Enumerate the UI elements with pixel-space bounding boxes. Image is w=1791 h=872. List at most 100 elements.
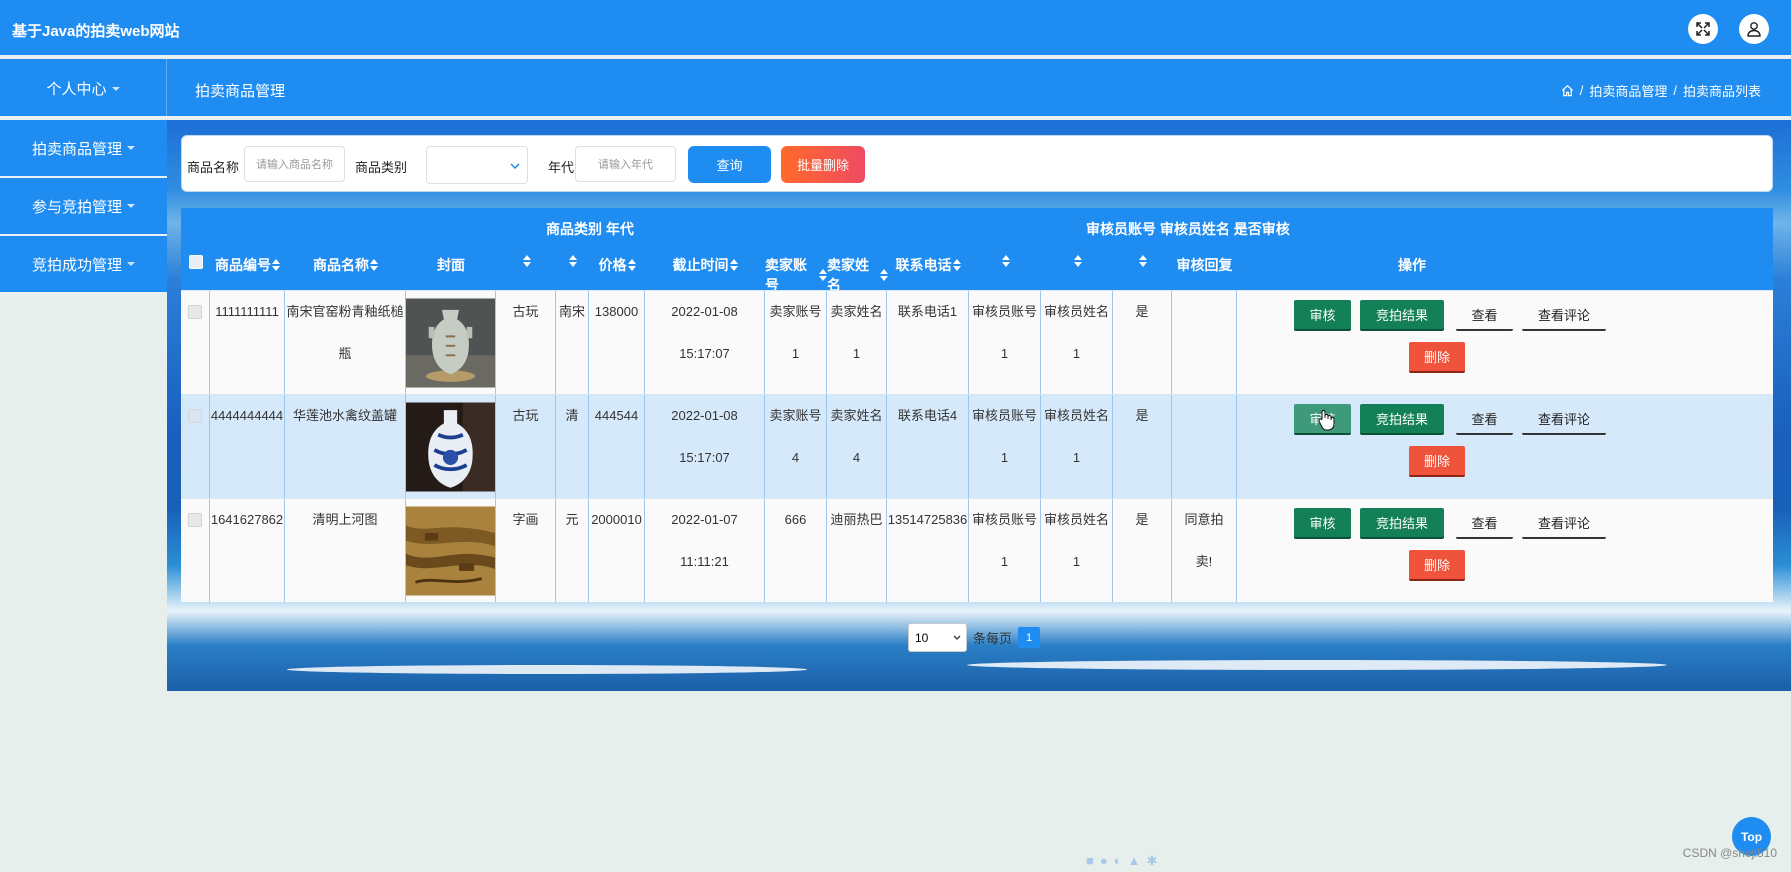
cover-image-vase-celadon[interactable]: [406, 296, 495, 390]
cell-seller-name-l2: 1: [852, 346, 861, 361]
bid-result-button[interactable]: 竞拍结果: [1360, 508, 1444, 539]
chevron-down-icon: [953, 635, 961, 640]
bid-result-button[interactable]: 竞拍结果: [1360, 300, 1444, 331]
delete-button[interactable]: 删除: [1409, 550, 1465, 581]
col-audited[interactable]: [1113, 255, 1172, 267]
col-phone-label: 联系电话: [895, 257, 952, 273]
cell-name-line1: 华莲池水禽纹盖罐: [292, 408, 397, 423]
cell-seller-name: 卖家姓名 4: [827, 395, 887, 498]
cell-year-text: 南宋: [558, 304, 585, 319]
cell-name: 清明上河图: [285, 499, 406, 602]
select-all-checkbox[interactable]: [189, 255, 203, 269]
audit-button[interactable]: 审核: [1294, 300, 1351, 331]
view-comments-button[interactable]: 查看评论: [1522, 508, 1606, 539]
fullscreen-button[interactable]: [1688, 14, 1718, 44]
page-size-value: 10: [915, 630, 929, 645]
checkbox[interactable]: [188, 409, 202, 423]
view-button[interactable]: 查看: [1456, 300, 1513, 331]
view-comments-button[interactable]: 查看评论: [1522, 300, 1606, 331]
sort-icon[interactable]: [1001, 255, 1010, 267]
page-size-select[interactable]: 10: [908, 623, 967, 652]
col-seller-name[interactable]: 卖家姓名: [827, 255, 889, 295]
delete-button[interactable]: 删除: [1409, 446, 1465, 477]
col-seller-account[interactable]: 卖家账号: [765, 255, 827, 295]
ime-icon: ◐: [1113, 853, 1122, 868]
sort-icon[interactable]: [729, 259, 738, 271]
name-label: 商品名称: [187, 160, 240, 175]
col-price[interactable]: 价格: [589, 255, 645, 275]
query-button[interactable]: 查询: [688, 146, 771, 183]
sort-icon[interactable]: [272, 259, 280, 271]
row-checkbox-cell[interactable]: [181, 291, 210, 394]
view-button[interactable]: 查看: [1456, 508, 1513, 539]
sidebar-item-bidding[interactable]: 参与竞拍管理: [0, 178, 167, 236]
main-content: 商品名称 请输入商品名称 商品类别 年代 请输入年代 查询 批量删除 商品类别 …: [167, 120, 1791, 691]
view-comments-button[interactable]: 查看评论: [1522, 404, 1606, 435]
cell-name-line2: 瓶: [338, 346, 352, 361]
watermark: CSDN @sheji510: [1682, 846, 1777, 860]
category-label: 商品类别: [355, 160, 408, 175]
cell-phone: 联系电话1: [887, 291, 969, 394]
chevron-down-icon: [111, 86, 120, 91]
breadcrumb-item[interactable]: 拍卖商品管理: [1589, 81, 1667, 100]
user-button[interactable]: [1739, 14, 1769, 44]
cover-image-painting[interactable]: [406, 504, 495, 598]
sidebar: 拍卖商品管理 参与竞拍管理 竞拍成功管理: [0, 120, 167, 294]
name-search-input[interactable]: 请输入商品名称: [244, 146, 345, 182]
checkbox[interactable]: [189, 255, 203, 269]
cell-seller-account-l1: 666: [784, 512, 807, 527]
sort-icon[interactable]: [370, 259, 378, 271]
col-id[interactable]: 商品编号: [210, 255, 285, 275]
sidebar-item-label: 竞拍成功管理: [31, 256, 122, 274]
view-button[interactable]: 查看: [1456, 404, 1513, 435]
cell-category-text: 古玩: [512, 304, 539, 319]
group-header-auditor: 审核员账号 审核员姓名 是否审核: [1086, 221, 1290, 237]
col-name[interactable]: 商品名称: [285, 255, 406, 275]
cover-image-vase-blue-white[interactable]: [406, 400, 495, 494]
home-icon[interactable]: [1561, 84, 1574, 97]
sort-icon[interactable]: [819, 269, 827, 281]
checkbox[interactable]: [188, 513, 202, 527]
col-cover-label: 封面: [437, 257, 465, 273]
top-bar: 基于Java的拍卖web网站: [0, 0, 1791, 57]
col-seller-name-label: 卖家姓名: [827, 257, 869, 293]
cell-id-text: 1641627862: [210, 512, 284, 527]
sort-icon[interactable]: [1073, 255, 1082, 267]
row-checkbox-cell[interactable]: [181, 395, 210, 498]
bid-result-button[interactable]: 竞拍结果: [1360, 404, 1444, 435]
cell-id: 1641627862: [210, 499, 285, 602]
row-checkbox-cell[interactable]: [181, 499, 210, 602]
batch-delete-button[interactable]: 批量删除: [781, 146, 865, 183]
sort-icon[interactable]: [879, 269, 889, 281]
category-select[interactable]: [426, 146, 528, 184]
delete-button[interactable]: 删除: [1409, 342, 1465, 373]
cell-category: 字画: [496, 499, 556, 602]
checkbox[interactable]: [188, 305, 202, 319]
cell-phone-text: 联系电话1: [897, 304, 958, 319]
cell-seller-account-l2: 1: [791, 346, 800, 361]
sort-icon[interactable]: [522, 255, 531, 267]
ime-toolbar: ■ ● ◐ ▲ ✱: [1086, 853, 1157, 869]
col-year[interactable]: [556, 255, 589, 267]
personal-center-menu[interactable]: 个人中心: [0, 59, 167, 118]
col-deadline[interactable]: 截止时间: [645, 255, 765, 275]
chevron-down-icon: [127, 262, 135, 266]
col-phone[interactable]: 联系电话: [887, 255, 969, 275]
col-category[interactable]: [496, 255, 556, 267]
cell-seller-account: 666: [765, 499, 827, 602]
cell-auditor-account-l1: 审核员账号: [971, 512, 1037, 527]
sort-icon[interactable]: [1139, 255, 1147, 267]
sort-icon[interactable]: [627, 259, 636, 271]
cell-year-text: 清: [565, 408, 579, 423]
sidebar-item-auction-goods[interactable]: 拍卖商品管理: [0, 120, 167, 178]
cell-date: 2022-01-07: [671, 512, 738, 527]
year-search-input[interactable]: 请输入年代: [575, 146, 676, 182]
sort-icon[interactable]: [952, 259, 961, 271]
sort-icon[interactable]: [569, 255, 577, 267]
page-number-current[interactable]: 1: [1018, 627, 1041, 648]
sidebar-item-bid-success[interactable]: 竞拍成功管理: [0, 236, 167, 294]
col-auditor-account[interactable]: [969, 255, 1041, 267]
col-auditor-name[interactable]: [1041, 255, 1113, 267]
audit-button[interactable]: 审核: [1294, 508, 1351, 539]
cell-audited: 是: [1113, 291, 1172, 394]
